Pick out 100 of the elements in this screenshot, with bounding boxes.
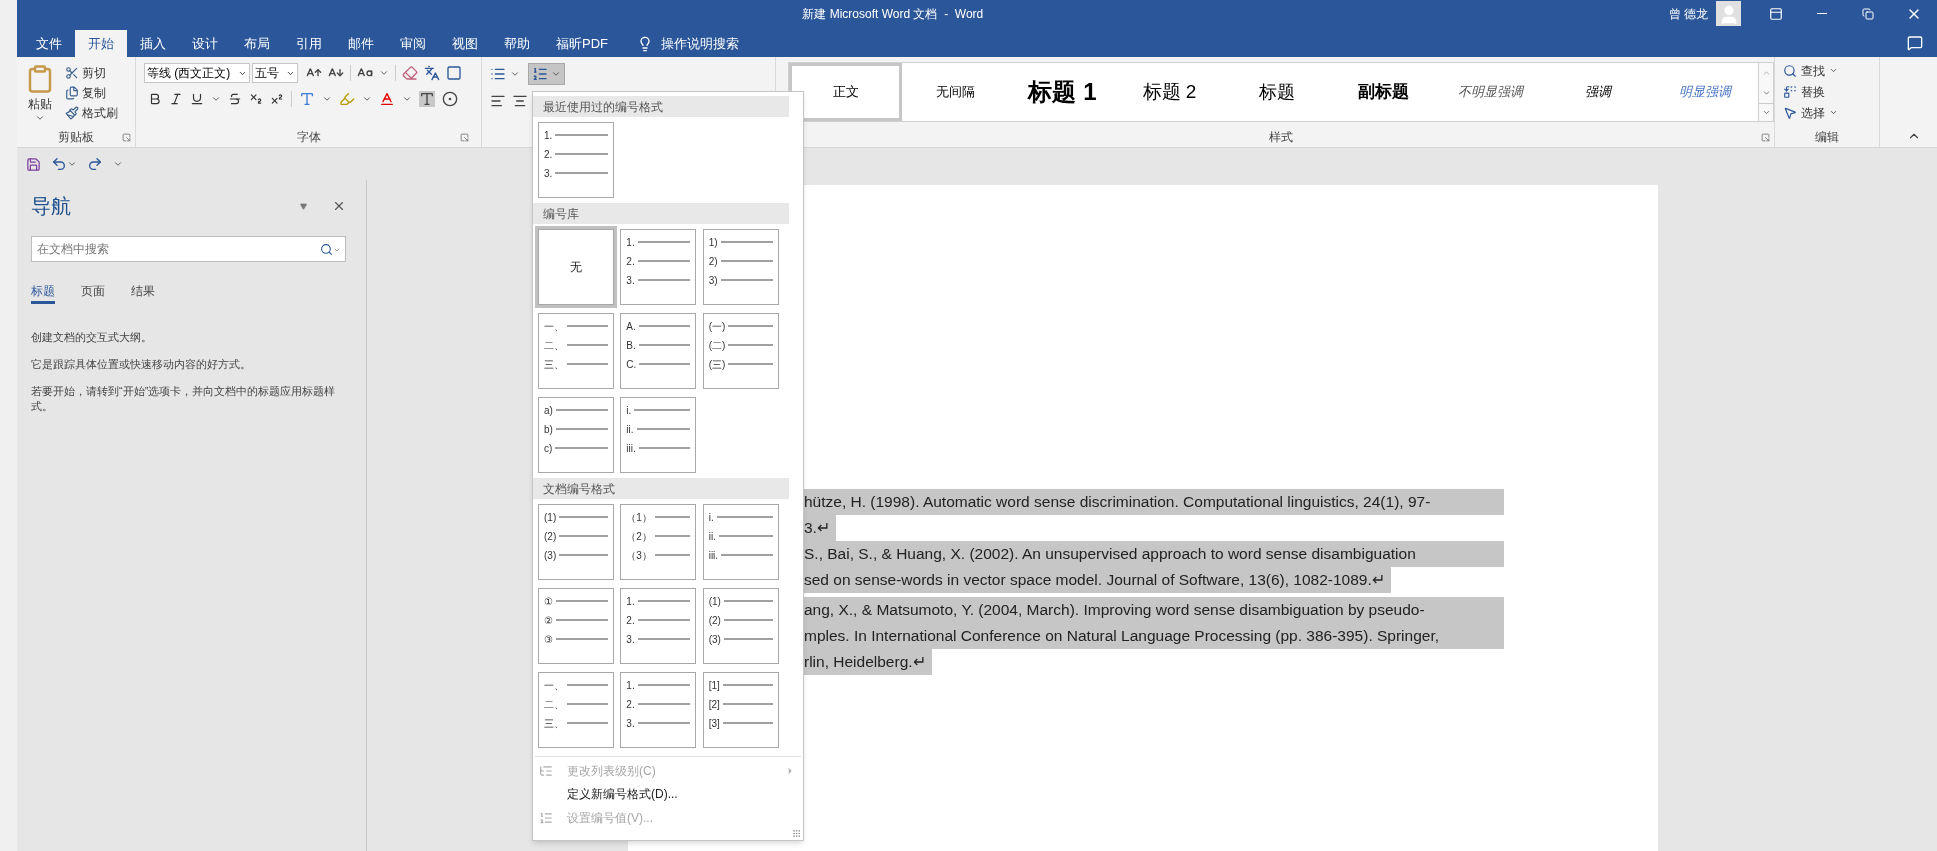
close-icon[interactable] <box>332 199 346 213</box>
numbering-option[interactable]: 一、 二、 三、 <box>538 672 614 748</box>
character-shading-icon[interactable] <box>419 91 435 107</box>
customize-toolbar-icon[interactable] <box>113 159 123 169</box>
bold-icon[interactable] <box>148 92 162 106</box>
paintbrush-icon <box>65 105 79 120</box>
dialog-launcher-icon[interactable] <box>1761 133 1770 142</box>
subscript-icon[interactable] <box>249 92 263 106</box>
ribbon-tab[interactable]: 插入 <box>127 30 179 57</box>
ribbon-tab[interactable]: 开始 <box>75 30 127 57</box>
search-icon[interactable] <box>320 243 333 256</box>
numbering-option[interactable]: (1) (2) (3) <box>538 504 614 580</box>
style-option[interactable]: 标题 2 <box>1116 63 1223 121</box>
numbering-option[interactable]: （1） （2） （3） <box>620 504 697 580</box>
comments-icon[interactable] <box>1907 35 1923 51</box>
text-effects-icon[interactable] <box>299 91 315 107</box>
caret-icon[interactable] <box>322 94 332 104</box>
numbering-option[interactable]: A. B. C. <box>620 313 697 389</box>
clipboard-button[interactable]: 剪切 <box>65 63 118 82</box>
undo-icon[interactable] <box>51 156 67 172</box>
caret-icon[interactable] <box>402 94 412 104</box>
caret-icon[interactable] <box>67 159 77 169</box>
numbering-option[interactable]: a) b) c) <box>538 397 614 473</box>
italic-icon[interactable] <box>169 92 183 106</box>
bullets-icon[interactable] <box>490 66 506 82</box>
style-option[interactable]: 标题 1 <box>1009 63 1116 121</box>
ribbon-tab[interactable]: 福昕PDF <box>543 30 621 57</box>
ribbon-tab[interactable]: 帮助 <box>491 30 543 57</box>
editing-button[interactable]: 替换 <box>1783 82 1871 101</box>
numbering-option[interactable]: 1. 2. 3. <box>620 672 697 748</box>
pane-tab[interactable]: 结果 <box>131 280 155 304</box>
numbering-option[interactable]: (一) (二) (三) <box>702 313 779 389</box>
caret-icon[interactable] <box>362 94 372 104</box>
style-option[interactable]: 明显强调 <box>1651 63 1758 121</box>
menu-item[interactable]: 定义新编号格式(D)... <box>533 782 803 806</box>
number-label: 1) <box>708 235 718 250</box>
ribbon-tab[interactable]: 邮件 <box>335 30 387 57</box>
minimize-icon <box>1817 13 1827 14</box>
numbering-option[interactable]: 一、 二、 三、 <box>538 313 614 389</box>
numbering-option[interactable]: 1. 2. 3. <box>620 229 697 305</box>
style-option[interactable]: 标题 <box>1223 63 1330 121</box>
save-icon[interactable] <box>26 156 41 172</box>
number-label: （2） <box>626 529 652 544</box>
numbering-option[interactable]: 1) 2) 3) <box>702 229 779 305</box>
numbering-option[interactable]: 1. 2. 3. <box>538 122 614 198</box>
section-header: 文档编号格式 <box>543 480 615 498</box>
font-name-dropdown[interactable]: 等线 (西文正文) <box>144 63 250 83</box>
ribbon-tab[interactable]: 视图 <box>439 30 491 57</box>
clipboard-button[interactable]: 复制 <box>65 83 118 102</box>
style-option[interactable]: 强调 <box>1544 63 1651 121</box>
pane-options-icon[interactable] <box>299 202 308 210</box>
editing-button[interactable]: 查找 <box>1783 61 1871 80</box>
numbering-option[interactable]: i. ii. iii. <box>702 504 779 580</box>
number-label: (2) <box>708 613 721 628</box>
dialog-launcher-icon[interactable] <box>460 133 469 142</box>
ribbon-tab[interactable]: 布局 <box>231 30 283 57</box>
user-name[interactable]: 曾 德龙 <box>1668 4 1708 23</box>
editing-button[interactable]: 选择 <box>1783 103 1871 122</box>
caret-icon[interactable] <box>379 68 389 78</box>
clipboard-button[interactable]: 格式刷 <box>65 103 118 122</box>
font-color-icon[interactable] <box>379 91 395 107</box>
ribbon-tab[interactable]: 设计 <box>179 30 231 57</box>
numbering-option[interactable]: ① ② ③ <box>538 588 614 664</box>
tell-me-field[interactable]: 操作说明搜索 <box>661 33 739 54</box>
numbering-option[interactable]: [1] [2] [3] <box>702 672 779 748</box>
font-size-dropdown[interactable]: 五号 <box>252 63 298 83</box>
search-field[interactable]: 在文档中搜索 <box>31 236 346 262</box>
ribbon-tab[interactable]: 文件 <box>23 30 75 57</box>
eraser-icon[interactable] <box>402 65 418 81</box>
highlighter-icon[interactable] <box>339 91 355 107</box>
phonetic-guide-icon[interactable] <box>424 65 440 81</box>
numbering-option[interactable]: 1. 2. 3. <box>620 588 697 664</box>
numbering-button[interactable] <box>528 63 565 85</box>
number-label: (3) <box>708 632 721 647</box>
style-option[interactable]: 不明显强调 <box>1437 63 1544 121</box>
numbering-option[interactable]: i. ii. iii. <box>620 397 697 473</box>
superscript-icon[interactable] <box>270 92 284 106</box>
dialog-launcher-icon[interactable] <box>122 133 131 142</box>
numbering-option[interactable]: 无 <box>538 229 614 305</box>
number-label: 3. <box>626 273 635 288</box>
number-label: (二) <box>708 338 726 353</box>
paste-button[interactable]: 粘贴 <box>23 63 57 127</box>
lightbulb-icon[interactable] <box>637 35 653 52</box>
resize-grip-icon[interactable] <box>792 829 801 838</box>
caret-icon[interactable] <box>211 94 221 104</box>
ribbon-tab[interactable]: 引用 <box>283 30 335 57</box>
align-center-icon[interactable] <box>512 93 528 109</box>
pane-tab[interactable]: 标题 <box>31 280 55 304</box>
style-option[interactable]: 无间隔 <box>902 63 1009 121</box>
window-title: 新建 Microsoft Word 文档 - Word <box>802 5 984 23</box>
redo-icon[interactable] <box>87 156 103 172</box>
strikethrough-icon[interactable] <box>228 92 242 106</box>
underline-icon[interactable] <box>190 92 204 106</box>
pane-tab[interactable]: 页面 <box>81 280 105 304</box>
align-left-icon[interactable] <box>490 93 506 109</box>
ribbon-tab[interactable]: 审阅 <box>387 30 439 57</box>
style-option[interactable]: 副标题 <box>1330 63 1437 121</box>
numbering-option[interactable]: (1) (2) (3) <box>702 588 779 664</box>
caret-icon[interactable] <box>510 69 520 79</box>
number-label: 三、 <box>544 716 564 731</box>
